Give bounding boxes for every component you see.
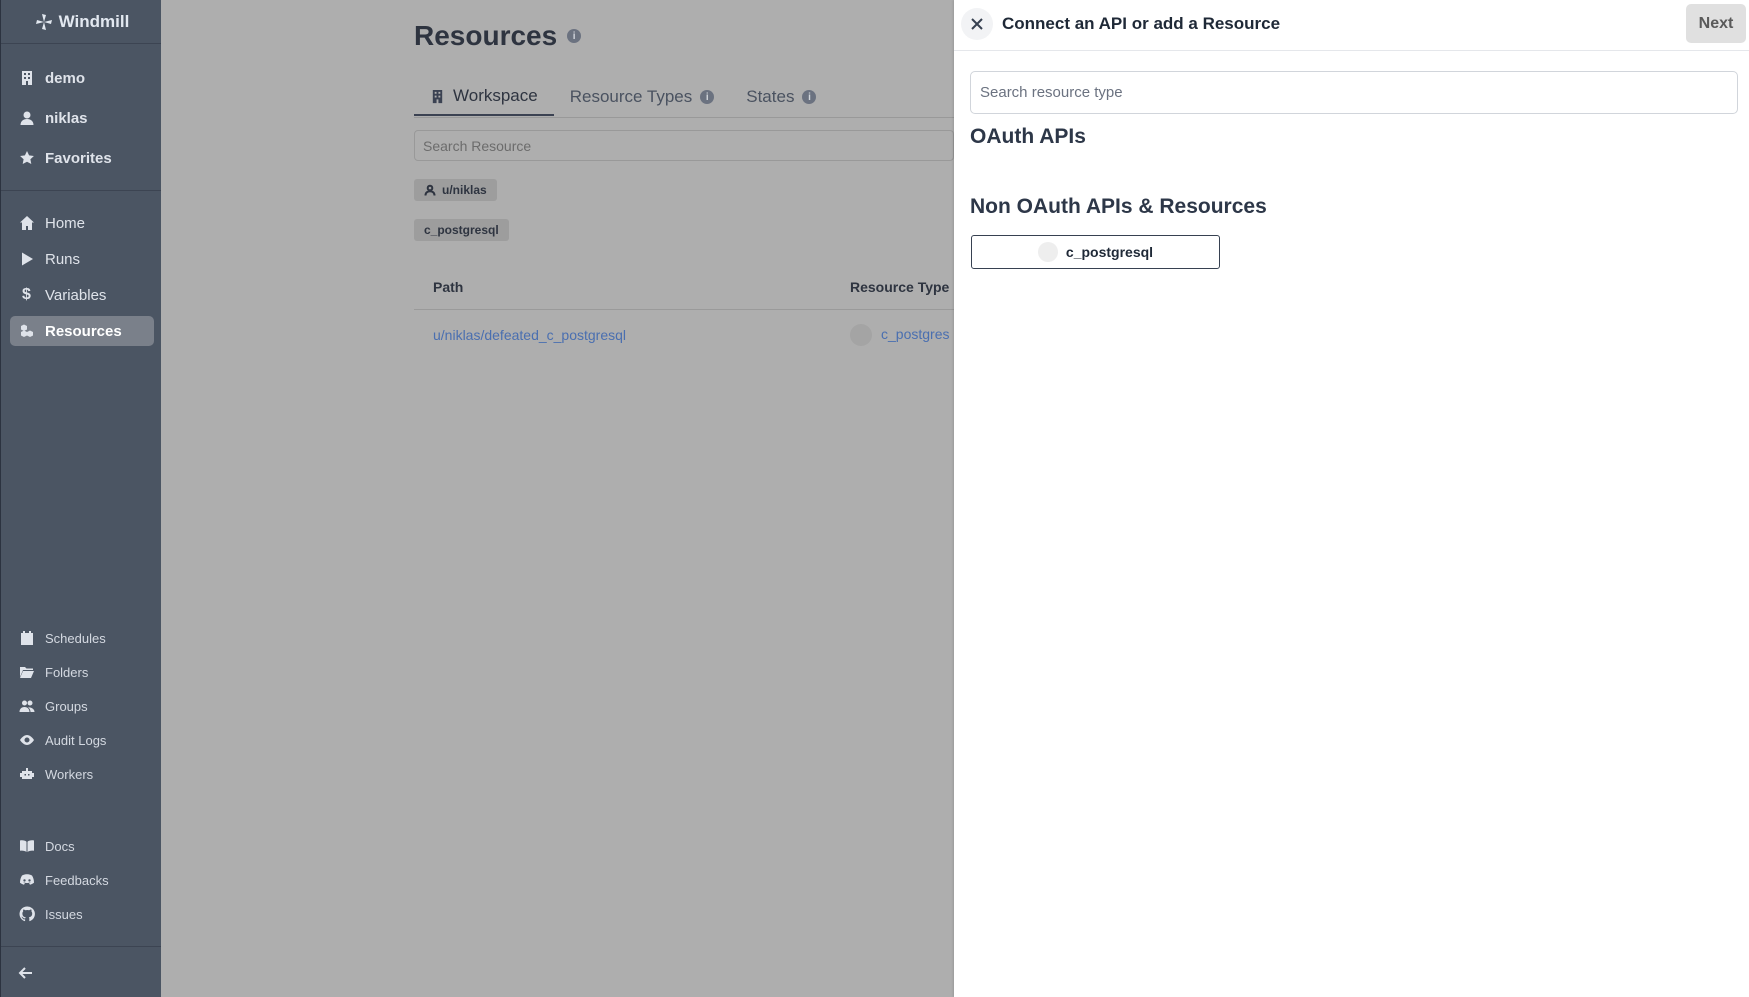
resource-type-logo <box>1037 242 1058 262</box>
folder-open-icon <box>18 664 35 681</box>
sidebar-item-label: Folders <box>45 664 89 680</box>
arrow-left-icon <box>18 967 32 979</box>
resource-tabs: Workspace Resource Types i States i <box>414 78 832 118</box>
user-icon <box>424 184 436 196</box>
sidebar-item-label: Variables <box>45 286 107 304</box>
users-icon <box>18 698 35 715</box>
sidebar-item-label: Resources <box>45 322 122 340</box>
sidebar-item-label: Issues <box>45 906 83 922</box>
close-icon <box>971 18 983 30</box>
sidebar-item-label: Audit Logs <box>45 732 107 748</box>
sidebar-item-label: Feedbacks <box>45 872 109 888</box>
sidebar-item-user[interactable]: niklas <box>10 103 154 133</box>
filter-chip-owner[interactable]: u/niklas <box>414 179 497 201</box>
sidebar-item-variables[interactable]: $ Variables <box>10 280 154 310</box>
sidebar-item-docs[interactable]: Docs <box>10 831 154 861</box>
search-placeholder: Search resource type <box>980 84 1123 101</box>
eye-icon <box>18 732 35 749</box>
resource-type-link[interactable]: c_postgres <box>881 326 949 342</box>
sidebar-item-folders[interactable]: Folders <box>10 657 154 687</box>
windmill-logo[interactable]: Windmill <box>1 0 162 44</box>
play-icon <box>18 251 35 268</box>
filter-chip-label: u/niklas <box>442 183 487 197</box>
sidebar-item-audit-logs[interactable]: Audit Logs <box>10 725 154 755</box>
tab-resource-types[interactable]: Resource Types i <box>554 78 731 116</box>
tab-workspace[interactable]: Workspace <box>414 78 554 116</box>
info-icon: i <box>700 90 715 104</box>
sidebar-item-workers[interactable]: Workers <box>10 759 154 789</box>
oauth-apis-heading: OAuth APIs <box>970 125 1086 148</box>
sidebar-item-favorites[interactable]: Favorites <box>10 143 154 173</box>
info-icon: i <box>802 90 817 104</box>
resource-type-label: c_postgresql <box>1065 244 1154 260</box>
search-resource-type-input[interactable]: Search resource type <box>970 71 1738 114</box>
sidebar-divider <box>1 946 162 947</box>
sidebar-item-label: niklas <box>45 109 88 127</box>
page-title: Resources i <box>414 20 582 52</box>
sidebar-item-workspace[interactable]: demo <box>10 63 154 93</box>
sidebar-item-label: Runs <box>45 250 81 268</box>
tab-label: Workspace <box>453 86 538 105</box>
sidebar-item-feedbacks[interactable]: Feedbacks <box>10 865 154 895</box>
filter-chip-type[interactable]: c_postgresql <box>414 219 509 241</box>
sidebar-item-label: demo <box>45 69 86 87</box>
user-icon <box>18 110 35 127</box>
column-header-resource-type[interactable]: Resource Type <box>850 279 949 295</box>
home-icon <box>18 215 35 232</box>
tab-label: States <box>746 87 795 106</box>
sidebar-item-runs[interactable]: Runs <box>10 244 154 274</box>
sidebar-item-home[interactable]: Home <box>10 208 154 238</box>
bot-icon <box>18 766 35 783</box>
dollar-icon: $ <box>22 286 31 303</box>
table-divider <box>414 309 954 310</box>
filter-chip-label: c_postgresql <box>424 223 499 237</box>
close-drawer-button[interactable] <box>961 8 993 40</box>
info-icon[interactable]: i <box>567 29 582 43</box>
sidebar-divider <box>1 190 162 191</box>
sidebar-item-groups[interactable]: Groups <box>10 691 154 721</box>
non-oauth-heading: Non OAuth APIs & Resources <box>970 195 1267 218</box>
building-icon <box>18 70 35 87</box>
sidebar-item-label: Favorites <box>45 149 112 167</box>
sidebar-item-label: Docs <box>45 838 75 854</box>
main-content: Resources i Workspace Resource Types i S… <box>161 0 954 997</box>
drawer-header: Connect an API or add a Resource Next <box>954 0 1749 51</box>
collapse-sidebar-button[interactable] <box>15 962 37 984</box>
sidebar-item-label: Schedules <box>45 630 106 646</box>
sidebar-item-label: Workers <box>45 766 94 782</box>
book-icon <box>18 838 35 855</box>
sidebar-item-label: Home <box>45 214 86 232</box>
drawer-title: Connect an API or add a Resource <box>1002 14 1281 33</box>
sidebar-item-resources[interactable]: Resources <box>10 316 154 346</box>
github-icon <box>18 906 35 923</box>
calendar-icon <box>18 630 35 647</box>
app-name: Windmill <box>58 11 130 31</box>
tab-states[interactable]: States i <box>730 78 832 116</box>
tabs-divider <box>414 117 954 118</box>
sidebar-item-schedules[interactable]: Schedules <box>10 623 154 653</box>
next-button[interactable]: Next <box>1686 4 1746 43</box>
star-icon <box>18 150 35 167</box>
resource-type-button[interactable]: c_postgresql <box>971 235 1220 269</box>
sidebar: Windmill demo niklas Favorites Home Runs… <box>0 0 162 997</box>
resource-type-logo <box>850 324 872 346</box>
add-resource-drawer: Connect an API or add a Resource Next Se… <box>954 0 1749 997</box>
search-resource-input[interactable]: Search Resource <box>414 130 954 161</box>
resource-path-link[interactable]: u/niklas/defeated_c_postgresql <box>433 327 626 343</box>
sidebar-item-issues[interactable]: Issues <box>10 899 154 929</box>
boxes-icon <box>18 323 35 340</box>
discord-icon <box>18 872 35 889</box>
tab-label: Resource Types <box>569 87 693 106</box>
windmill-logo-icon <box>35 13 52 30</box>
sidebar-item-label: Groups <box>45 698 88 714</box>
page-title-text: Resources <box>414 20 558 51</box>
building-icon <box>432 89 443 103</box>
search-placeholder: Search Resource <box>423 137 532 154</box>
column-header-path[interactable]: Path <box>433 279 463 295</box>
